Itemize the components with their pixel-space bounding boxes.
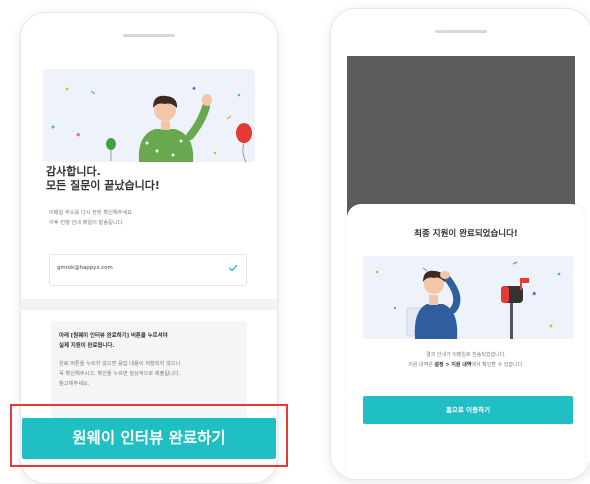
notice-body-line1: 완료 버튼을 누르지 않으면 응답 내용이 저장되지 않으니 bbox=[59, 361, 181, 367]
person-mailbox-illustration bbox=[375, 261, 561, 339]
completion-desc-line2: 지원 내역은 설정 > 지원 내역에서 확인할 수 있습니다. bbox=[347, 360, 585, 370]
completion-illustration bbox=[363, 256, 573, 339]
completion-desc-bold: 설정 > 지원 내역 bbox=[434, 362, 472, 368]
notice-body-text: 완료 버튼을 누르지 않으면 응답 내용이 저장되지 않으니 꼭 확인해주시고,… bbox=[59, 359, 180, 389]
go-home-button[interactable]: 홈으로 이동하기 bbox=[363, 396, 573, 424]
completion-desc-line1: 결과 안내가 이메일로 전송되었습니다. bbox=[426, 352, 506, 358]
email-input-field[interactable]: gmrok@happyx.com bbox=[49, 254, 247, 286]
completion-bottom-sheet: 최종 지원이 완료되었습니다! 결과 안내가 이메일로 전송되었습니다. 지원 … bbox=[347, 204, 585, 479]
phone-speaker bbox=[123, 34, 175, 37]
section-divider bbox=[21, 299, 277, 310]
email-confirm-description: 이메일 주소를 다시 한번 확인해주세요. 이후 진행 안내 메일이 발송됩니다… bbox=[49, 208, 134, 228]
completion-sheet-title: 최종 지원이 완료되었습니다! bbox=[414, 229, 518, 239]
completion-desc-suffix: 에서 확인할 수 있습니다. bbox=[471, 362, 524, 368]
email-input-value: gmrok@happyx.com bbox=[57, 265, 113, 271]
thank-you-title-line2: 모든 질문이 끝났습니다! bbox=[46, 179, 160, 192]
completion-desc-prefix: 지원 내역은 bbox=[408, 362, 435, 368]
email-confirm-description-line2: 이후 진행 안내 메일이 발송됩니다. bbox=[49, 220, 125, 226]
waving-person-illustration bbox=[51, 86, 252, 163]
thank-you-title: 감사합니다. 모든 질문이 끝났습니다! bbox=[46, 165, 160, 193]
check-icon bbox=[228, 264, 238, 272]
notice-body-line3: 참고해주세요. bbox=[59, 381, 90, 387]
completion-sheet-description: 결과 안내가 이메일로 전송되었습니다. 지원 내역은 설정 > 지원 내역에서… bbox=[347, 350, 585, 370]
notice-body-line2: 꼭 확인해주시고, 확인을 누르면 정상적으로 제출됩니다. bbox=[59, 371, 181, 377]
email-confirm-description-line1: 이메일 주소를 다시 한번 확인해주세요. bbox=[49, 210, 134, 216]
thank-you-title-line1: 감사합니다. bbox=[46, 165, 101, 178]
notice-bold-text: 아래 [원웨이 인터뷰 완료하기] 버튼을 누르셔야 실제 지원이 완료됩니다. bbox=[59, 331, 168, 351]
notice-bold-line2: 실제 지원이 완료됩니다. bbox=[59, 343, 115, 349]
video-placeholder bbox=[347, 56, 575, 226]
thank-you-illustration bbox=[43, 69, 255, 163]
complete-interview-button[interactable]: 원웨이 인터뷰 완료하기 bbox=[22, 418, 276, 459]
phone-frame-right: 최종 지원이 완료되었습니다! 결과 안내가 이메일로 전송되었습니다. 지원 … bbox=[330, 8, 590, 480]
notice-bold-line1: 아래 [원웨이 인터뷰 완료하기] 버튼을 누르셔야 bbox=[59, 333, 168, 339]
phone-speaker bbox=[435, 30, 487, 33]
